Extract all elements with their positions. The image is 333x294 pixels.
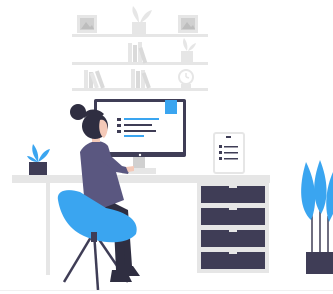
drawer [201,186,265,203]
drawer-cabinet [197,183,269,273]
screen-bookmark [165,100,177,114]
office-illustration [0,0,333,294]
document-list-icon [213,132,245,174]
plant-pot [306,252,333,274]
office-scene [0,6,333,291]
person-hair-bun [70,104,86,120]
drawer [201,208,265,225]
floor-plant [301,160,333,274]
floor-line [0,290,333,291]
desk-leg [46,183,50,275]
framed-picture-icon [77,15,97,33]
potted-plant-icon [181,38,196,62]
clock-icon [178,69,194,88]
drawer [201,252,265,269]
drawer [201,230,265,247]
books-icon [84,70,105,89]
potted-plant-icon [132,6,152,34]
shelf-top [72,34,208,37]
books-icon [128,42,148,64]
monitor-stand [133,157,145,169]
shelf-bottom [72,88,208,91]
desk-top [12,175,270,183]
books-icon [131,69,151,89]
shelf-middle [72,62,208,65]
framed-picture-icon [178,15,198,33]
desk-plant [27,144,50,175]
